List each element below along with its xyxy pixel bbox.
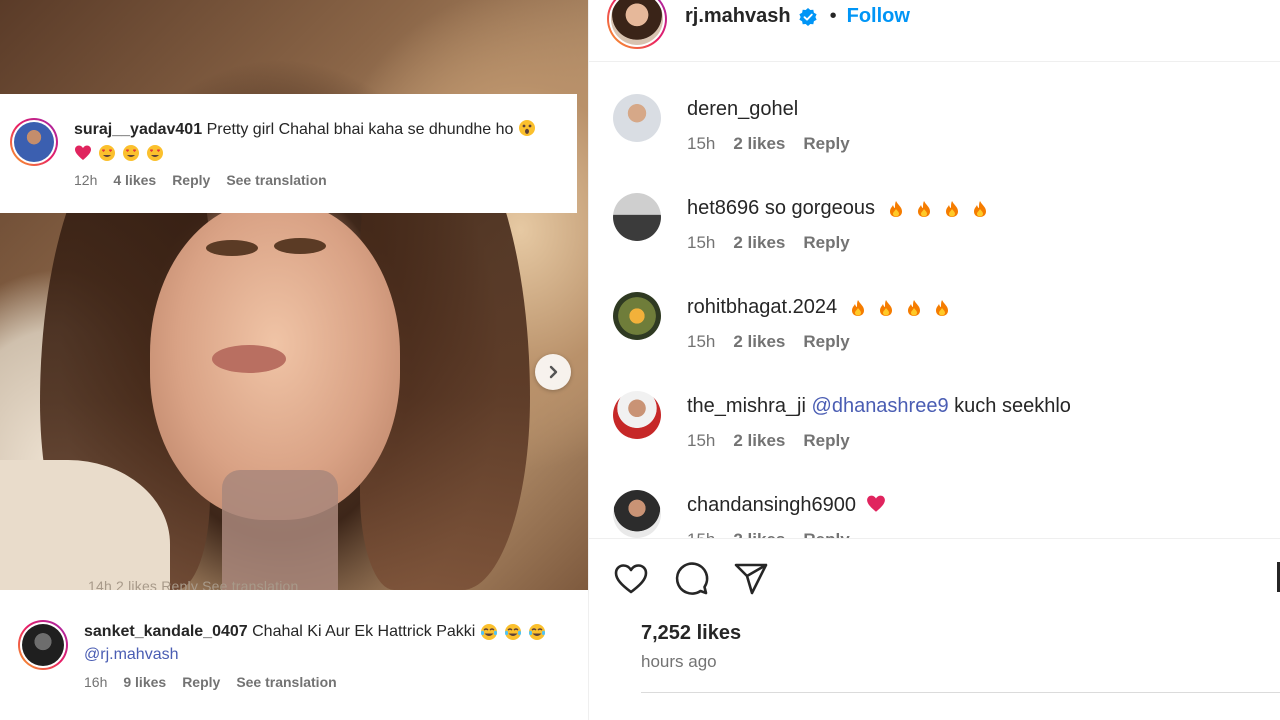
comments-list[interactable]: deren_gohel 15h 2 likes Reply het8696 so… [589, 62, 1280, 538]
comment-text: suraj__yadav401 Pretty girl Chahal bhai … [74, 118, 557, 164]
avatar[interactable] [613, 94, 661, 142]
tears-of-joy-emoji-icon [504, 623, 521, 640]
heart-eyes-emoji-icon [147, 144, 163, 161]
heart-outline-icon[interactable] [613, 561, 649, 597]
see-translation-link[interactable]: See translation [236, 674, 336, 690]
post-likes-count[interactable]: 7,252 likes [641, 622, 741, 645]
post-header: rj.mahvash • Follow [589, 0, 1280, 62]
divider [641, 692, 1280, 693]
comment-meta: 16h 9 likes Reply See translation [84, 674, 620, 690]
comment-time: 15h [687, 332, 716, 351]
astonished-emoji-icon [518, 120, 535, 136]
photo-lips [212, 345, 286, 373]
photo-microphone [222, 470, 338, 590]
emoji-row [887, 200, 989, 218]
follow-button[interactable]: Follow [847, 5, 910, 28]
comment-item: the_mishra_ji @dhanashree9 kuch seekhlo … [613, 391, 1071, 451]
fire-emoji-icon [879, 299, 892, 316]
header-separator: • [829, 5, 837, 27]
carousel-next-button[interactable] [535, 354, 571, 390]
comment-username[interactable]: het8696 [687, 197, 759, 219]
reply-button[interactable]: Reply [803, 332, 849, 352]
reply-button[interactable]: Reply [803, 431, 849, 451]
comment-likes[interactable]: 2 likes [733, 431, 785, 451]
post-photo[interactable] [0, 0, 588, 590]
speech-bubble-icon[interactable] [673, 561, 709, 597]
red-heart-icon [75, 145, 91, 160]
avatar[interactable] [10, 118, 58, 166]
overlay-comment-bottom: sanket_kandale_0407 Chahal Ki Aur Ek Hat… [0, 590, 640, 720]
overlay-comment-top: suraj__yadav401 Pretty girl Chahal bhai … [0, 94, 577, 213]
post-actions [589, 538, 1280, 618]
comment-likes[interactable]: 2 likes [733, 233, 785, 253]
comment-likes[interactable]: 2 likes [733, 530, 785, 538]
avatar[interactable] [18, 620, 68, 670]
heart-eyes-emoji-icon [123, 144, 139, 161]
avatar[interactable] [613, 391, 661, 439]
comment-username[interactable]: suraj__yadav401 [74, 121, 202, 138]
fire-emoji-icon [889, 200, 902, 217]
comment-username[interactable]: sanket_kandale_0407 [84, 623, 248, 640]
reply-button[interactable]: Reply [803, 233, 849, 253]
comment-username[interactable]: deren_gohel [687, 98, 798, 120]
post-sidebar: rj.mahvash • Follow deren_gohel 15h 2 li… [588, 0, 1280, 720]
author-username[interactable]: rj.mahvash [685, 5, 791, 28]
comment-time: 12h [74, 172, 98, 188]
tears-of-joy-emoji-icon [480, 623, 497, 640]
comment-likes[interactable]: 2 likes [733, 332, 785, 352]
comment-time: 15h [687, 431, 716, 450]
photo-eye-left [206, 240, 258, 256]
avatar[interactable] [613, 292, 661, 340]
comment-likes[interactable]: 4 likes [113, 172, 156, 188]
see-translation-link[interactable]: See translation [226, 172, 326, 188]
comment-likes[interactable]: 9 likes [123, 674, 166, 690]
comment-time: 15h [687, 530, 715, 538]
comment-item: chandansingh6900 15h 2 likes Reply [613, 490, 886, 538]
comment-meta: 12h 4 likes Reply See translation [74, 172, 557, 188]
emoji-row [849, 299, 951, 317]
comment-body: so gorgeous [764, 197, 875, 219]
comment-likes[interactable]: 2 likes [733, 134, 785, 154]
paper-plane-icon[interactable] [733, 561, 769, 597]
comment-username[interactable]: chandansingh6900 [687, 494, 856, 516]
tears-of-joy-emoji-icon [528, 623, 545, 640]
comment-time: 16h [84, 674, 108, 690]
reply-button[interactable]: Reply [803, 134, 849, 154]
reply-button[interactable]: Reply [803, 530, 849, 538]
fire-emoji-icon [973, 200, 986, 217]
fire-emoji-icon [917, 200, 930, 217]
comment-username[interactable]: rohitbhagat.2024 [687, 296, 837, 318]
author-avatar[interactable] [607, 0, 667, 49]
avatar[interactable] [613, 193, 661, 241]
fire-emoji-icon [851, 299, 864, 316]
heart-eyes-emoji-icon [99, 144, 115, 161]
chevron-right-icon [549, 365, 558, 379]
fire-emoji-icon [907, 299, 920, 316]
verified-badge-icon [799, 7, 817, 26]
comment-text: sanket_kandale_0407 Chahal Ki Aur Ek Hat… [84, 620, 620, 666]
comment-body: Pretty girl Chahal bhai kaha se dhundhe … [206, 121, 514, 138]
comment-body: Chahal Ki Aur Ek Hattrick Pakki [252, 623, 476, 640]
comment-mention[interactable]: @dhanashree9 [812, 395, 949, 417]
comment-item: het8696 so gorgeous 15h 2 likes Reply [613, 193, 989, 253]
comment-body: kuch seekhlo [954, 395, 1071, 417]
post-timestamp: hours ago [641, 652, 717, 671]
reply-button[interactable]: Reply [182, 674, 220, 690]
reply-button[interactable]: Reply [172, 172, 210, 188]
comment-item: deren_gohel 15h 2 likes Reply [613, 94, 850, 154]
fire-emoji-icon [945, 200, 958, 217]
comment-time: 15h [687, 233, 716, 252]
red-heart-icon [866, 495, 885, 512]
comment-item: rohitbhagat.2024 15h 2 likes Reply [613, 292, 951, 352]
comment-time: 15h [687, 134, 716, 153]
photo-eye-right [274, 238, 326, 254]
fire-emoji-icon [935, 299, 948, 316]
emoji-row [480, 623, 546, 641]
emoji-row [74, 144, 164, 162]
comment-mention[interactable]: @rj.mahvash [84, 646, 179, 663]
comment-username[interactable]: the_mishra_ji [687, 395, 806, 417]
avatar[interactable] [613, 490, 661, 538]
